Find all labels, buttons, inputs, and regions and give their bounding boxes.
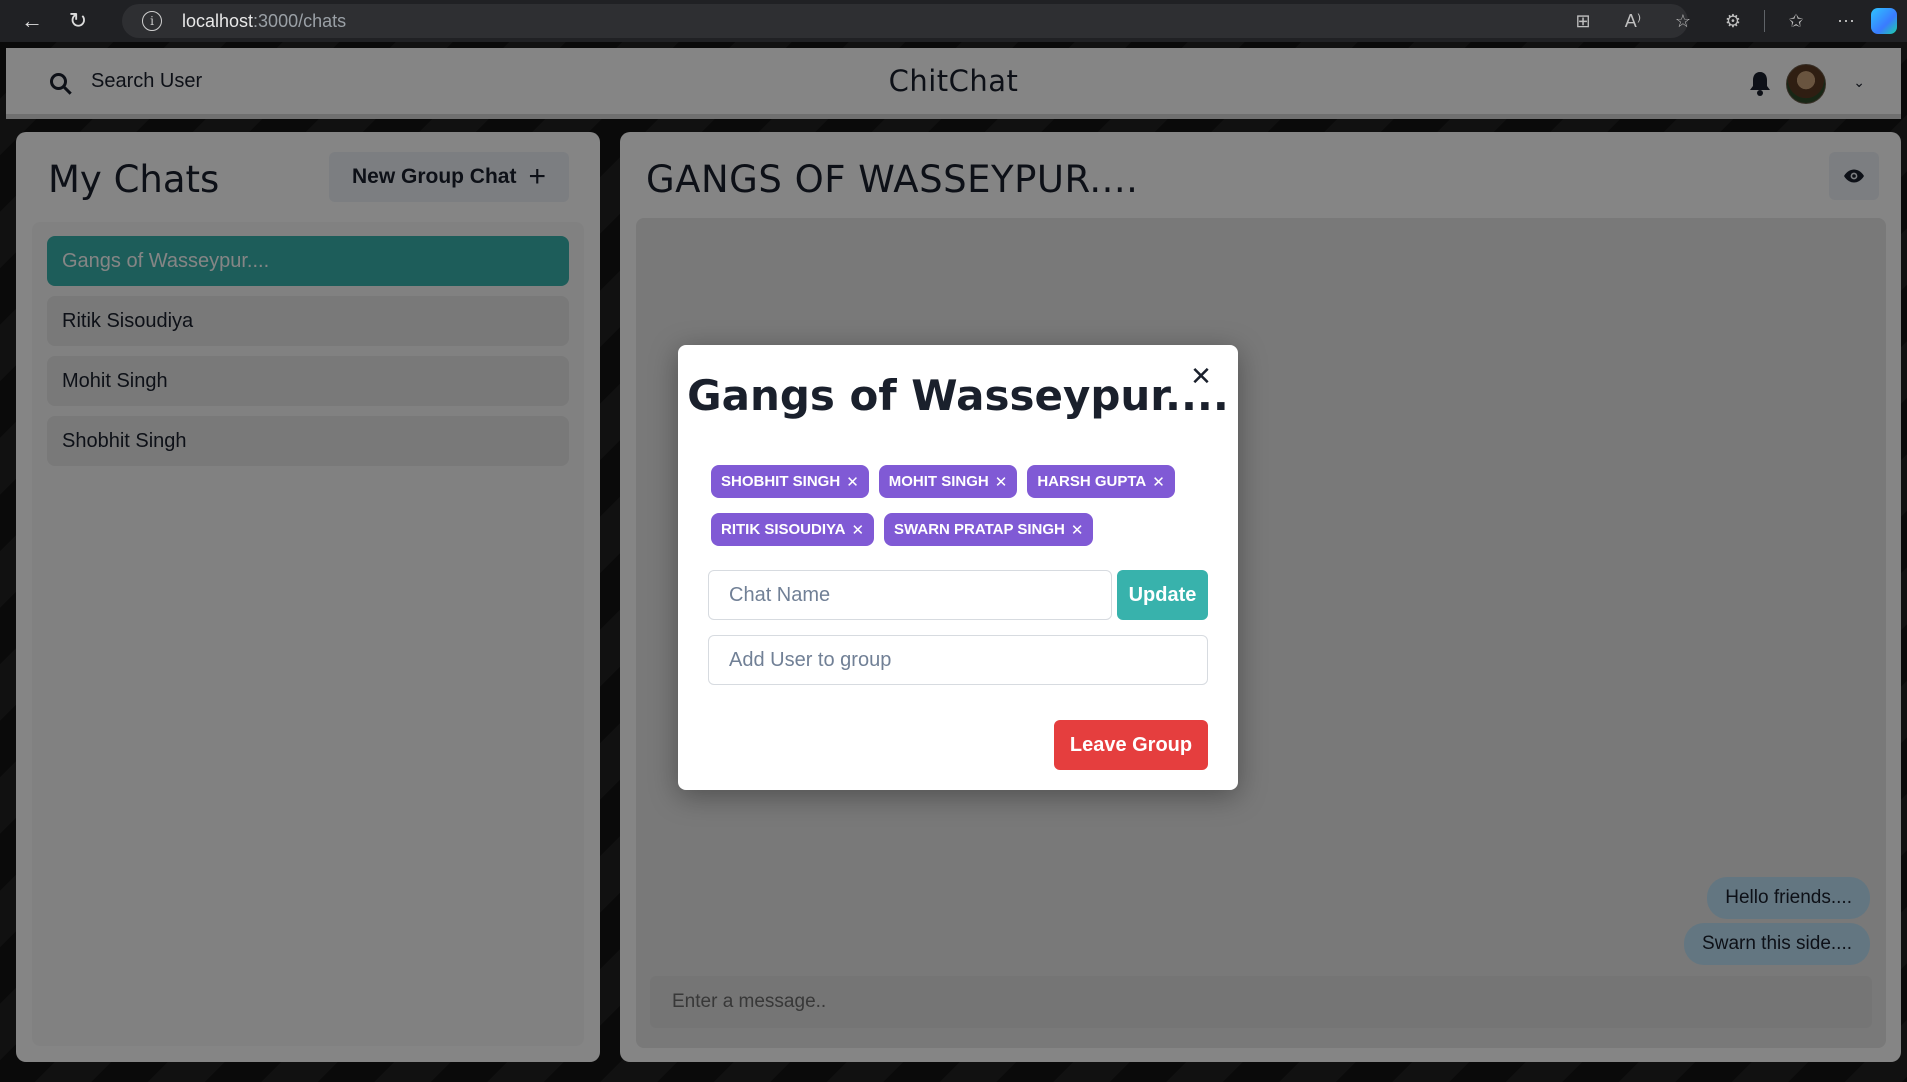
member-badge[interactable]: SWARN PRATAP SINGH ✕: [884, 513, 1094, 546]
add-user-input[interactable]: Add User to group: [708, 635, 1208, 685]
reload-icon[interactable]: ↻: [60, 3, 96, 39]
member-name: SWARN PRATAP SINGH: [894, 521, 1065, 538]
member-name: RITIK SISOUDIYA: [721, 521, 846, 538]
update-button[interactable]: Update: [1117, 570, 1208, 620]
leave-group-button[interactable]: Leave Group: [1054, 720, 1208, 770]
read-aloud-icon[interactable]: A⁾: [1608, 0, 1658, 42]
more-menu-icon[interactable]: ⋯: [1821, 0, 1871, 42]
site-info-icon[interactable]: i: [142, 11, 162, 31]
member-badge[interactable]: SHOBHIT SINGH ✕: [711, 465, 869, 498]
address-bar[interactable]: i localhost:3000/chats: [122, 4, 1688, 38]
app-available-icon[interactable]: ⊞: [1558, 0, 1608, 42]
remove-member-icon[interactable]: ✕: [851, 521, 864, 539]
remove-member-icon[interactable]: ✕: [995, 473, 1008, 491]
back-arrow-icon[interactable]: ←: [14, 3, 50, 39]
remove-member-icon[interactable]: ✕: [1071, 521, 1084, 539]
url-text: localhost:3000/chats: [182, 11, 346, 32]
member-badges: SHOBHIT SINGH ✕ MOHIT SINGH ✕ HARSH GUPTA ✕…: [711, 465, 1211, 561]
toolbar-divider: [1764, 10, 1765, 32]
copilot-icon[interactable]: [1871, 8, 1897, 34]
remove-member-icon[interactable]: ✕: [1152, 473, 1165, 491]
member-name: MOHIT SINGH: [888, 473, 989, 490]
member-badge[interactable]: RITIK SISOUDIYA ✕: [711, 513, 875, 546]
member-badge[interactable]: MOHIT SINGH ✕: [878, 465, 1018, 498]
url-host: localhost: [182, 10, 254, 31]
favorites-icon[interactable]: ✩: [1771, 0, 1821, 42]
favorite-star-icon[interactable]: ☆: [1658, 0, 1708, 42]
extensions-icon[interactable]: ⚙: [1708, 0, 1758, 42]
remove-member-icon[interactable]: ✕: [846, 473, 859, 491]
member-name: SHOBHIT SINGH: [721, 473, 841, 490]
modal-title: Gangs of Wasseypur....: [687, 371, 1229, 420]
member-name: HARSH GUPTA: [1037, 473, 1147, 490]
chat-name-input[interactable]: Chat Name: [708, 570, 1112, 620]
url-path: :3000/chats: [253, 10, 347, 31]
member-badge[interactable]: HARSH GUPTA ✕: [1027, 465, 1175, 498]
group-settings-modal: ✕ Gangs of Wasseypur.... SHOBHIT SINGH ✕ …: [678, 345, 1238, 790]
browser-toolbar: ← ↻ i localhost:3000/chats ⊞ A⁾ ☆ ⚙ ✩ ⋯: [0, 0, 1907, 42]
